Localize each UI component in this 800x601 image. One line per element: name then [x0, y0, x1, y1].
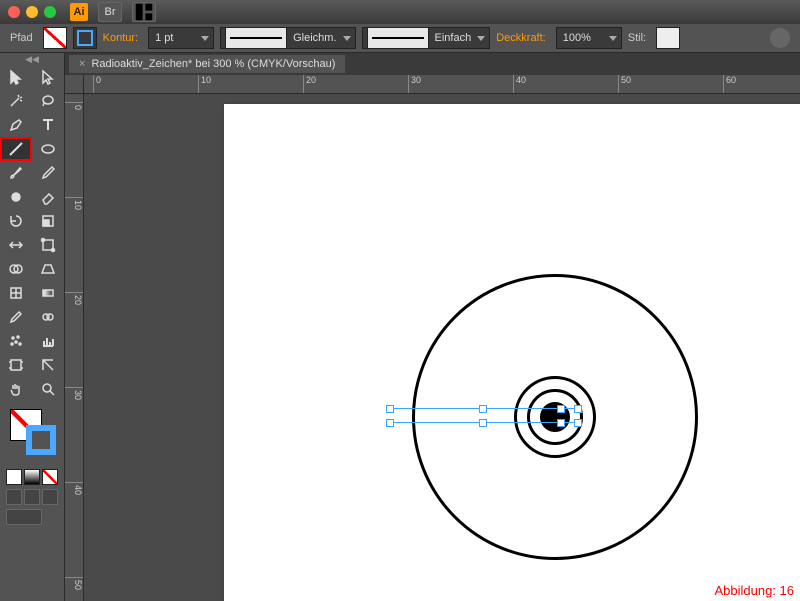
lasso-tool[interactable] — [32, 89, 64, 113]
document-title: Radioaktiv_Zeichen* bei 300 % (CMYK/Vors… — [91, 58, 335, 70]
type-tool[interactable] — [32, 113, 64, 137]
fill-stroke-indicator[interactable] — [4, 407, 60, 461]
slice-tool[interactable] — [32, 353, 64, 377]
free-transform-tool[interactable] — [32, 233, 64, 257]
bridge-button[interactable]: Br — [98, 2, 122, 22]
ruler-vertical[interactable]: 01020304050 — [65, 94, 84, 601]
anchor-point[interactable] — [479, 405, 487, 413]
ellipse-tool[interactable] — [32, 137, 64, 161]
eyedropper-tool[interactable] — [0, 305, 32, 329]
control-bar: Pfad Kontur: Gleichm. Einfach Deckkraft:… — [0, 24, 800, 53]
arrange-docs-button[interactable] — [132, 2, 156, 22]
brush-tool[interactable] — [0, 161, 32, 185]
graph-tool[interactable] — [32, 329, 64, 353]
anchor-point[interactable] — [479, 419, 487, 427]
width-tool[interactable] — [0, 233, 32, 257]
style-label: Stil: — [628, 32, 646, 44]
draw-mode-inside[interactable] — [42, 489, 58, 505]
hand-tool[interactable] — [0, 377, 32, 401]
close-tab-icon[interactable]: × — [79, 58, 85, 70]
workspace: × Radioaktiv_Zeichen* bei 300 % (CMYK/Vo… — [65, 53, 800, 601]
color-mode-solid[interactable] — [6, 469, 22, 485]
style-swatch[interactable] — [656, 27, 680, 49]
titlebar: Ai Br — [0, 0, 800, 24]
close-window-icon[interactable] — [8, 6, 20, 18]
scale-tool[interactable] — [32, 209, 64, 233]
artboard-tool[interactable] — [0, 353, 32, 377]
ruler-origin[interactable] — [65, 75, 84, 94]
rotate-tool[interactable] — [0, 209, 32, 233]
canvas[interactable]: Abbildung: 16 — [84, 94, 800, 601]
draw-mode-normal[interactable] — [6, 489, 22, 505]
selected-path[interactable] — [389, 404, 579, 428]
pen-tool[interactable] — [0, 113, 32, 137]
perspective-tool[interactable] — [32, 257, 64, 281]
screen-mode-button[interactable] — [6, 509, 42, 525]
maximize-window-icon[interactable] — [44, 6, 56, 18]
document-tab[interactable]: × Radioaktiv_Zeichen* bei 300 % (CMYK/Vo… — [69, 55, 345, 73]
anchor-point[interactable] — [386, 405, 394, 413]
draw-mode-behind[interactable] — [24, 489, 40, 505]
symbol-spray-tool[interactable] — [0, 329, 32, 353]
selection-tool[interactable] — [0, 65, 32, 89]
shape-builder-tool[interactable] — [0, 257, 32, 281]
direct-selection-tool[interactable] — [32, 65, 64, 89]
app-icon: Ai — [70, 3, 88, 21]
anchor-point[interactable] — [386, 419, 394, 427]
toolbox: ◀◀ — [0, 53, 65, 601]
toolbox-handle[interactable]: ◀◀ — [0, 53, 64, 65]
stroke-profile-dropdown[interactable]: Gleichm. — [220, 27, 355, 49]
fill-swatch[interactable] — [43, 27, 67, 49]
figure-caption: Abbildung: 16 — [714, 583, 794, 598]
brush-dropdown[interactable]: Einfach — [362, 27, 491, 49]
mesh-tool[interactable] — [0, 281, 32, 305]
gradient-tool[interactable] — [32, 281, 64, 305]
eraser-tool[interactable] — [32, 185, 64, 209]
blob-tool[interactable] — [0, 185, 32, 209]
stroke-label[interactable]: Kontur: — [103, 32, 138, 44]
stroke-swatch[interactable] — [73, 27, 97, 49]
anchor-point[interactable] — [574, 405, 582, 413]
artboard: Abbildung: 16 — [224, 104, 800, 601]
sync-icon[interactable] — [770, 28, 790, 48]
anchor-point[interactable] — [574, 419, 582, 427]
stroke-indicator[interactable] — [26, 425, 56, 455]
line-tool[interactable] — [0, 137, 32, 161]
blend-tool[interactable] — [32, 305, 64, 329]
zoom-tool[interactable] — [32, 377, 64, 401]
opacity-label[interactable]: Deckkraft: — [496, 32, 546, 44]
stroke-weight-input[interactable] — [148, 27, 214, 49]
anchor-point[interactable] — [557, 405, 565, 413]
document-tab-bar: × Radioaktiv_Zeichen* bei 300 % (CMYK/Vo… — [65, 53, 800, 75]
magic-wand-tool[interactable] — [0, 89, 32, 113]
ruler-horizontal[interactable]: 0102030405060 — [83, 75, 800, 94]
opacity-input[interactable] — [556, 27, 622, 49]
pencil-tool[interactable] — [32, 161, 64, 185]
color-mode-gradient[interactable] — [24, 469, 40, 485]
anchor-point[interactable] — [557, 419, 565, 427]
object-type-label: Pfad — [10, 32, 33, 44]
minimize-window-icon[interactable] — [26, 6, 38, 18]
color-mode-none[interactable] — [42, 469, 58, 485]
